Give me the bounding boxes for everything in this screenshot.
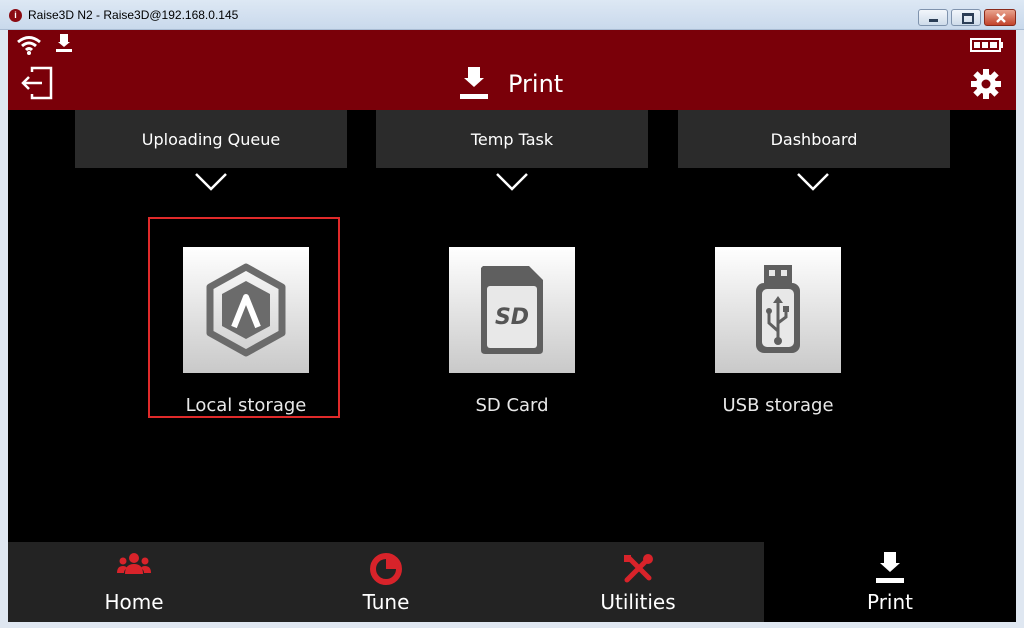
gear-icon[interactable] <box>970 68 1002 100</box>
tab-temp-task[interactable]: Temp Task <box>376 110 648 168</box>
wifi-icon <box>17 36 41 55</box>
sd-card-option[interactable]: SD SD Card <box>449 247 575 416</box>
maximize-button[interactable] <box>951 9 981 26</box>
upload-status-icon <box>56 34 72 52</box>
usb-storage-option[interactable]: USB storage <box>715 247 841 416</box>
nav-print-label: Print <box>866 590 913 614</box>
bottom-nav: Home Tune Utilities Print <box>8 542 1016 622</box>
sd-card-label: SD Card <box>475 395 549 416</box>
header-title-group: Print <box>458 66 563 102</box>
raise3d-logo-icon <box>206 263 286 357</box>
print-head-icon <box>460 67 488 99</box>
sd-card-glyph: SD <box>495 305 529 330</box>
app-info-icon: i <box>9 9 22 22</box>
local-storage-label: Local storage <box>185 395 307 416</box>
sd-card-icon: SD <box>481 266 543 354</box>
app-header: Print <box>8 30 1016 110</box>
sd-card-tile[interactable]: SD <box>449 247 575 373</box>
window-title: Raise3D N2 - Raise3D@192.168.0.145 <box>28 8 239 22</box>
close-icon <box>996 13 1006 23</box>
nav-home-label: Home <box>104 590 164 614</box>
nav-home[interactable]: Home <box>8 542 260 622</box>
usb-storage-label: USB storage <box>722 395 834 416</box>
chevron-down-icon <box>195 173 227 191</box>
nav-tune[interactable]: Tune <box>260 542 512 622</box>
tools-icon <box>624 554 653 583</box>
close-button[interactable] <box>984 9 1016 26</box>
nav-utilities-label: Utilities <box>600 590 676 614</box>
local-storage-option[interactable]: Local storage <box>183 247 309 416</box>
chevron-down-icon <box>797 173 829 191</box>
nav-utilities[interactable]: Utilities <box>512 542 764 622</box>
nav-tune-label: Tune <box>362 590 410 614</box>
minimize-button[interactable] <box>918 9 948 26</box>
window-title-bar: i Raise3D N2 - Raise3D@192.168.0.145 <box>0 0 1024 30</box>
nav-print[interactable]: Print <box>764 542 1016 622</box>
chevron-down-icon <box>496 173 528 191</box>
pie-chart-icon <box>370 553 402 585</box>
app-screen: Print Uploading Queue Temp Task Dashboar… <box>8 30 1016 622</box>
exit-icon[interactable] <box>20 66 54 100</box>
page-title: Print <box>508 70 564 98</box>
print-head-icon <box>876 552 904 583</box>
tab-dashboard[interactable]: Dashboard <box>678 110 950 168</box>
usb-storage-tile[interactable] <box>715 247 841 373</box>
tab-uploading-queue[interactable]: Uploading Queue <box>75 110 347 168</box>
local-storage-tile[interactable] <box>183 247 309 373</box>
battery-icon <box>970 38 1003 52</box>
users-icon <box>117 553 151 574</box>
usb-stick-icon <box>756 265 800 353</box>
